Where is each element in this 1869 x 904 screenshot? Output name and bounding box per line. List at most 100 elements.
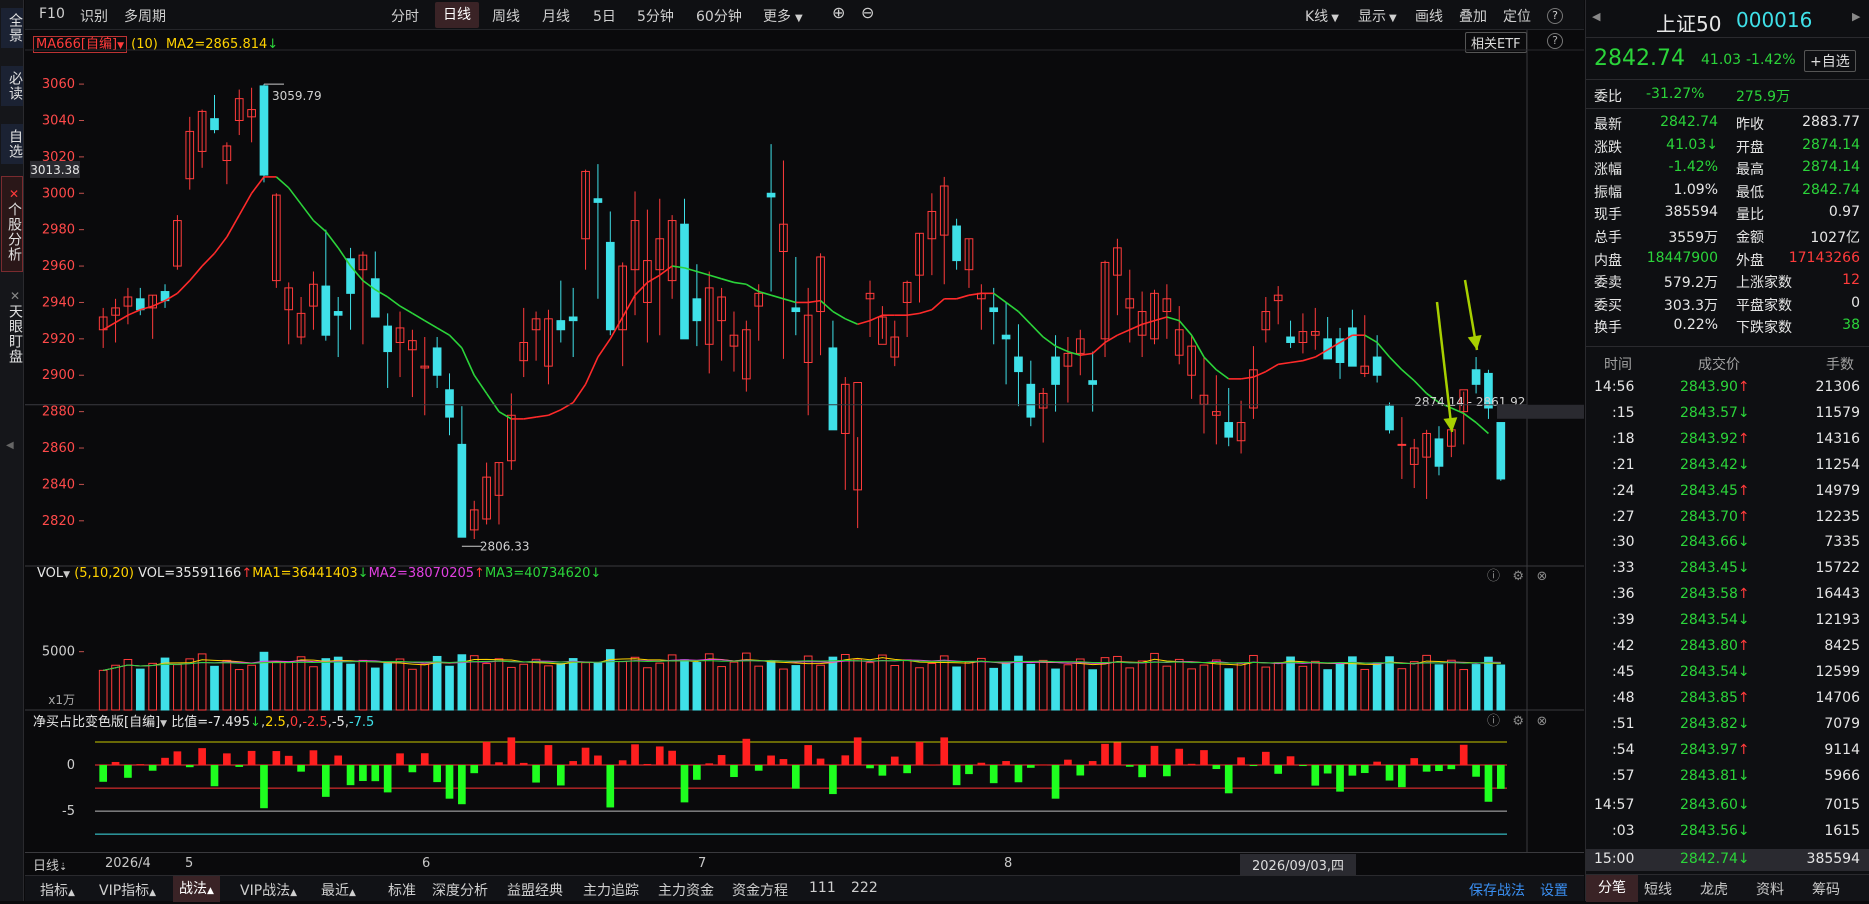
save-strategy-link[interactable]: 保存战法 xyxy=(1469,880,1525,900)
tab-5min[interactable]: 5分钟 xyxy=(637,6,674,26)
candle-body xyxy=(766,192,776,198)
settings-link[interactable]: 设置 xyxy=(1540,880,1568,900)
zoom-in-icon[interactable]: ⊕ xyxy=(832,3,845,22)
netbuy-bar xyxy=(1224,765,1233,794)
tab-recent[interactable]: 最近▲ xyxy=(321,880,356,900)
ma-line-segment xyxy=(1215,369,1230,380)
high-label: 3059.79 xyxy=(272,89,322,103)
volume-bar xyxy=(927,662,937,711)
link-standard[interactable]: 标准 xyxy=(388,880,416,900)
volume-bar xyxy=(779,668,788,711)
tab-short[interactable]: 短线 xyxy=(1644,879,1672,899)
quote-value: 2874.14 xyxy=(1802,136,1860,153)
locate-button[interactable]: 定位 xyxy=(1503,6,1531,26)
kline-dropdown[interactable]: K线 ▼ xyxy=(1305,6,1339,26)
volume-bar xyxy=(1026,663,1036,711)
arrow-down-icon: ↓ xyxy=(1737,715,1750,732)
overlay-button[interactable]: 叠加 xyxy=(1459,6,1487,26)
next-stock-icon[interactable]: ▶ xyxy=(1852,10,1860,23)
tab-5day[interactable]: 5日 xyxy=(593,6,616,26)
display-dropdown[interactable]: 显示 ▼ xyxy=(1358,6,1397,26)
zoom-out-icon[interactable]: ⊖ xyxy=(861,3,874,22)
volume-bar xyxy=(568,658,578,711)
left-tab-must-read[interactable]: 必读 xyxy=(1,66,23,106)
link-fund-equation[interactable]: 资金方程 xyxy=(732,880,788,900)
quote-row: 换手 0.22% 下跌家数 38 xyxy=(1586,315,1869,337)
link-classic[interactable]: 益盟经典 xyxy=(507,880,563,900)
tick-row: :36 2843.58↑ 16443 xyxy=(1586,584,1869,606)
netbuy-bar xyxy=(1064,759,1072,766)
tab-dragon-tiger[interactable]: 龙虎 xyxy=(1700,879,1728,899)
tab-monthly[interactable]: 月线 xyxy=(542,6,570,26)
link-main-tracking[interactable]: 主力追踪 xyxy=(583,880,639,900)
netbuy-bar xyxy=(210,765,219,787)
netbuy-bar xyxy=(569,761,578,766)
left-tab-stock-analysis[interactable]: ✕个股分析 xyxy=(1,176,23,272)
help-icon[interactable]: ? xyxy=(1547,8,1563,24)
ma-line-segment xyxy=(696,270,710,276)
tab-vip-strategies[interactable]: VIP战法▲ xyxy=(240,880,297,900)
volume-bar xyxy=(1249,654,1258,711)
tab-chips[interactable]: 筹码 xyxy=(1812,879,1840,899)
tab-60min[interactable]: 60分钟 xyxy=(696,6,742,26)
more-dropdown[interactable]: 更多 ▼ xyxy=(763,6,803,26)
ma-line-segment xyxy=(733,281,747,286)
quote-value: 41.03↓ xyxy=(1666,136,1718,153)
netbuy-bar xyxy=(1138,765,1146,778)
link-111[interactable]: 111 xyxy=(809,880,836,896)
tick-price: 2843.57↓ xyxy=(1680,404,1750,421)
left-tab-overview[interactable]: 全景 xyxy=(1,8,23,48)
collapse-arrow-icon[interactable]: ◀ xyxy=(6,440,14,451)
tick-time: 14:56 xyxy=(1594,379,1635,395)
tab-profile[interactable]: 资料 xyxy=(1756,879,1784,899)
tab-strategies[interactable]: 战法▲ xyxy=(173,876,220,902)
prev-stock-icon[interactable]: ◀ xyxy=(1592,10,1600,23)
close-icon[interactable]: ✕ xyxy=(8,289,22,304)
quote-row: 内盘 18447900 外盘 17143266 xyxy=(1586,248,1869,270)
tick-volume: 8425 xyxy=(1824,638,1860,654)
netbuy-y-label: -5 xyxy=(62,804,75,819)
chart-svg[interactable]: 3060304030203000298029602940292029002880… xyxy=(25,30,1584,852)
period-selector[interactable]: 日线⇣ xyxy=(33,855,67,874)
tick-time: :54 xyxy=(1612,741,1635,758)
ma-line-segment xyxy=(189,265,203,282)
identify-button[interactable]: 识别 xyxy=(80,6,108,26)
netbuy-bar xyxy=(977,762,986,766)
ma-line-segment xyxy=(1042,336,1057,347)
ma-line-segment xyxy=(931,298,945,311)
tab-ticks[interactable]: 分笔 xyxy=(1586,875,1638,902)
link-main-funds[interactable]: 主力资金 xyxy=(658,880,714,900)
tab-weekly[interactable]: 周线 xyxy=(492,6,520,26)
candle-body xyxy=(1434,438,1444,467)
left-tab-eye-monitor[interactable]: ✕天眼盯盘 xyxy=(1,280,23,372)
multi-period-button[interactable]: 多周期 xyxy=(124,6,166,26)
f10-button[interactable]: F10 xyxy=(39,6,65,22)
quote-row: 振幅 1.09% 最低 2842.74 xyxy=(1586,180,1869,202)
candle-body xyxy=(1001,334,1011,340)
ma-line-segment xyxy=(448,334,463,349)
netbuy-bar xyxy=(495,762,503,766)
tick-time: :21 xyxy=(1612,456,1635,473)
draw-button[interactable]: 画线 xyxy=(1415,6,1443,26)
quote-value: -1.42% xyxy=(1668,159,1718,176)
ma-line-segment xyxy=(993,292,1007,304)
volume-bar xyxy=(667,654,677,711)
volume-bar xyxy=(952,666,961,711)
volume-bar xyxy=(247,664,256,711)
link-222[interactable]: 222 xyxy=(851,880,878,896)
link-deep-analysis[interactable]: 深度分析 xyxy=(432,880,488,900)
volume-bar xyxy=(160,657,170,711)
tab-indicators[interactable]: 指标▲ xyxy=(40,880,75,900)
volume-bar xyxy=(1014,655,1023,711)
left-tab-watchlist[interactable]: 自选 xyxy=(1,124,23,164)
close-icon[interactable]: ✕ xyxy=(7,187,21,202)
add-watchlist-button[interactable]: +自选 xyxy=(1804,50,1856,72)
tab-daily[interactable]: 日线 xyxy=(435,2,479,28)
candle-body xyxy=(1348,327,1357,367)
netbuy-bar xyxy=(260,765,268,809)
volume-bar xyxy=(878,654,887,711)
tab-intraday[interactable]: 分时 xyxy=(391,6,419,26)
tab-vip-indicators[interactable]: VIP指标▲ xyxy=(99,880,156,900)
netbuy-bar xyxy=(631,744,639,766)
netbuy-bar xyxy=(779,759,788,766)
